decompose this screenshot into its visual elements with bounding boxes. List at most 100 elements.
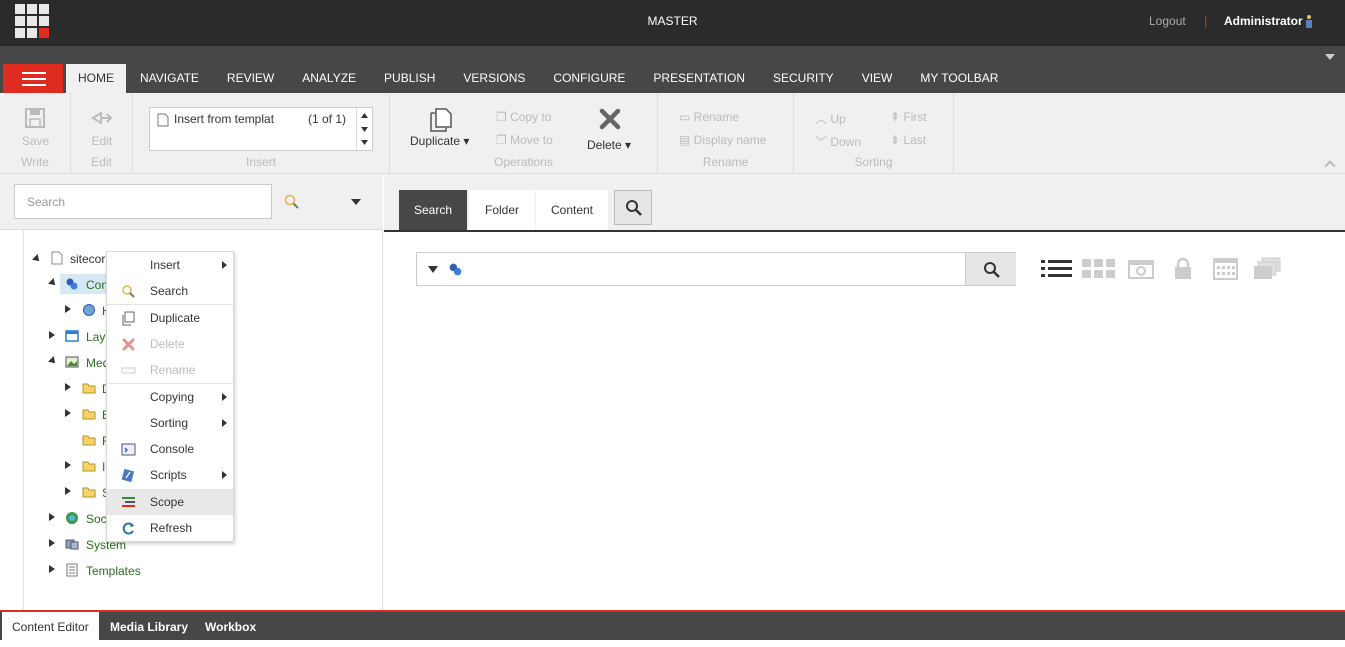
menu-item-sorting[interactable]: Sorting <box>107 410 233 436</box>
search-icon[interactable] <box>284 194 300 210</box>
menu-item-label: Sorting <box>150 416 189 430</box>
save-button[interactable]: Save <box>0 134 71 148</box>
item-search-box[interactable] <box>416 252 1016 286</box>
tab-folder[interactable]: Folder <box>469 190 535 230</box>
menu-item-search[interactable]: Search <box>107 278 233 304</box>
stacked-view-icon[interactable] <box>1253 257 1281 281</box>
rename-button[interactable]: ▭ Rename <box>679 110 739 124</box>
search-root-dropdown[interactable] <box>428 266 438 273</box>
add-search-tab-button[interactable] <box>614 190 652 225</box>
scroll-arrows-icon <box>361 113 368 145</box>
scope-icon <box>122 497 135 507</box>
submenu-arrow-icon <box>222 471 227 479</box>
tab-content-editor[interactable]: Content Editor <box>2 612 99 640</box>
item-search-button[interactable] <box>965 253 1016 285</box>
menu-item-duplicate[interactable]: Duplicate <box>107 305 233 331</box>
display-name-button[interactable]: ▤ Display name <box>679 133 766 147</box>
logout-link[interactable]: Logout <box>1149 14 1186 28</box>
first-button[interactable]: ⇞ First <box>890 110 927 124</box>
menu-item-label: Rename <box>150 363 196 377</box>
tab-review[interactable]: REVIEW <box>213 64 288 93</box>
tab-view[interactable]: VIEW <box>848 64 907 93</box>
sorting-group-label: Sorting <box>854 155 893 169</box>
submenu-arrow-icon <box>222 419 227 427</box>
menu-item-copying[interactable]: Copying <box>107 384 233 410</box>
calendar-icon[interactable] <box>1213 257 1238 281</box>
search-options-dropdown[interactable] <box>351 199 361 205</box>
down-label: Down <box>830 135 862 149</box>
up-button[interactable]: ︿ Up <box>815 110 846 127</box>
bottom-tabbar: Content Editor Media Library Workbox <box>0 610 1345 640</box>
menu-icon[interactable] <box>3 64 63 93</box>
menu-item-scripts[interactable]: Scripts <box>107 462 233 488</box>
tab-versions[interactable]: VERSIONS <box>449 64 539 93</box>
chevron-up-icon[interactable] <box>1324 160 1336 172</box>
menu-item-rename[interactable]: Rename <box>107 357 233 383</box>
collapse-arrow-icon[interactable] <box>49 331 55 339</box>
last-button[interactable]: ⇟ Last <box>890 133 926 147</box>
duplicate-button[interactable]: Duplicate ▾ <box>410 134 469 148</box>
editor-panel: Search Folder Content <box>384 174 1345 611</box>
collapse-arrow-icon[interactable] <box>49 539 55 547</box>
content-icon <box>66 278 78 290</box>
tab-media-library[interactable]: Media Library <box>100 612 198 640</box>
tab-my-toolbar[interactable]: MY TOOLBAR <box>906 64 1012 93</box>
search-icon <box>984 262 1000 278</box>
collapse-arrow-icon[interactable] <box>49 565 55 573</box>
operations-group-label: Operations <box>494 155 553 169</box>
tab-configure[interactable]: CONFIGURE <box>539 64 639 93</box>
tab-content[interactable]: Content <box>536 190 608 230</box>
menu-item-console[interactable]: Console <box>107 436 233 462</box>
collapse-arrow-icon[interactable] <box>65 383 71 391</box>
submenu-arrow-icon <box>222 261 227 269</box>
move-to-button[interactable]: ❐ Move to <box>496 133 553 147</box>
list-view-icon[interactable] <box>1041 257 1072 281</box>
menu-item-delete[interactable]: Delete <box>107 331 233 357</box>
operations-group: Duplicate ▾ ❐ Copy to ❐ Move to Delete ▾… <box>390 93 658 174</box>
write-group: Save Write <box>0 93 71 174</box>
gallery-scrollbar[interactable] <box>356 108 372 150</box>
tab-presentation[interactable]: PRESENTATION <box>639 64 759 93</box>
display-name-label: Display name <box>693 133 767 147</box>
collapse-arrow-icon[interactable] <box>65 487 71 495</box>
tab-home[interactable]: HOME <box>66 64 126 93</box>
content-icon <box>449 263 462 276</box>
page-icon <box>51 251 63 265</box>
tab-navigate[interactable]: NAVIGATE <box>126 64 213 93</box>
preview-view-icon[interactable] <box>1128 257 1154 281</box>
edit-button[interactable]: Edit <box>71 134 133 148</box>
tree-search-bar <box>0 174 383 230</box>
social-icon <box>66 512 78 524</box>
edit-group-label: Edit <box>91 155 112 169</box>
menu-item-insert[interactable]: Insert <box>107 252 233 278</box>
down-button[interactable]: ﹀ Down <box>815 133 861 150</box>
menu-item-refresh[interactable]: Refresh <box>107 515 233 541</box>
grid-view-icon[interactable] <box>1082 257 1115 281</box>
user-name[interactable]: Administrator <box>1224 14 1303 28</box>
tab-search[interactable]: Search <box>399 190 467 230</box>
delete-button[interactable]: Delete ▾ <box>587 138 631 152</box>
search-icon <box>626 200 642 216</box>
tab-workbox[interactable]: Workbox <box>195 612 266 640</box>
insert-gallery[interactable]: Insert from templat (1 of 1) <box>149 107 373 151</box>
tab-publish[interactable]: PUBLISH <box>370 64 449 93</box>
copy-to-button[interactable]: ❐ Copy to <box>496 110 551 124</box>
insert-template-item[interactable]: Insert from templat <box>174 112 274 126</box>
tab-analyze[interactable]: ANALYZE <box>288 64 370 93</box>
tree-item-label: sitecor <box>70 252 106 266</box>
menu-item-label: Duplicate <box>150 311 201 325</box>
collapse-arrow-icon[interactable] <box>65 461 71 469</box>
chevron-down-icon[interactable] <box>1325 54 1335 60</box>
editor-tabstrip: Search Folder Content <box>384 174 1345 232</box>
delete-x-icon <box>122 338 135 351</box>
database-title: MASTER <box>647 14 698 28</box>
lock-icon[interactable] <box>1173 257 1193 281</box>
collapse-arrow-icon[interactable] <box>65 409 71 417</box>
menu-item-scope[interactable]: Scope <box>107 489 233 515</box>
menu-item-label: Insert <box>150 258 181 272</box>
ribbon-tabs: HOME NAVIGATE REVIEW ANALYZE PUBLISH VER… <box>66 64 1012 93</box>
tab-security[interactable]: SECURITY <box>759 64 848 93</box>
collapse-arrow-icon[interactable] <box>65 305 71 313</box>
collapse-arrow-icon[interactable] <box>49 513 55 521</box>
tree-search-input[interactable] <box>14 184 272 219</box>
